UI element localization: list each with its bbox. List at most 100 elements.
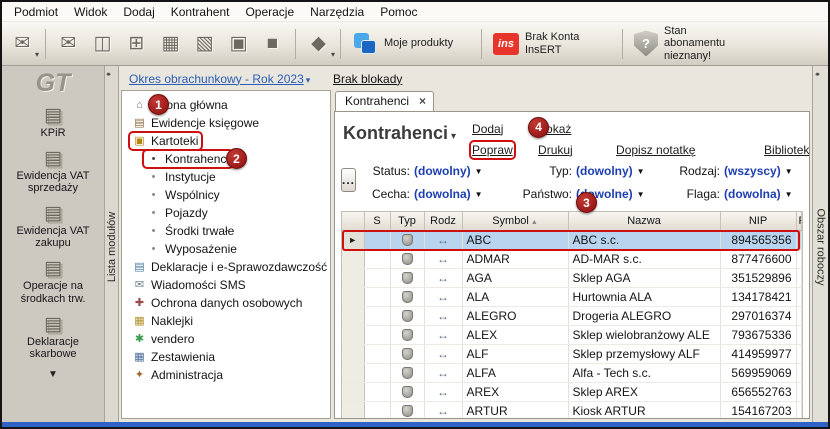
workspace-strip[interactable]: ◂▸ Obszar roboczy	[812, 66, 828, 427]
module-ewidencja-vat-zakupu[interactable]: ▤Ewidencja VAT zakupu	[2, 199, 104, 254]
menu-kontrahent[interactable]: Kontrahent	[163, 3, 238, 21]
module-deklaracje-skarbowe[interactable]: ▤Deklaracje skarbowe	[2, 310, 104, 365]
table-row-alfa[interactable]: ↔ALFAAlfa - Tech s.c.569959069	[342, 363, 802, 382]
table-row-alf[interactable]: ↔ALFSklep przemysłowy ALF414959977	[342, 344, 802, 363]
action-biblioteka-dok[interactable]: Biblioteka dok	[764, 143, 810, 157]
tree-item-rodki-trwa-e[interactable]: •Środki trwałe	[122, 222, 330, 240]
more-modules-button[interactable]: ▼	[48, 369, 58, 380]
action-dopisz-notatk[interactable]: Dopisz notatkę	[616, 143, 695, 157]
menu-podmiot[interactable]: Podmiot	[6, 3, 66, 21]
annotation-badge-3: 3	[576, 192, 597, 213]
cell-typ	[390, 363, 424, 382]
tab-kontrahenci[interactable]: Kontrahenci ×	[335, 91, 434, 112]
tree-item-kartoteki[interactable]: ▣Kartoteki	[122, 132, 330, 150]
subscription-status-button[interactable]: ? Stan abonamentu nieznany!	[628, 25, 756, 63]
lock-status-link[interactable]: Brak blokady	[333, 72, 402, 86]
accounting-period-dropdown[interactable]: Okres obrachunkowy - Rok 2023▾	[129, 72, 310, 86]
table-row-ala[interactable]: ↔ALAHurtownia ALA134178421	[342, 287, 802, 306]
close-icon[interactable]: ×	[419, 95, 426, 107]
filter-value-dropdown[interactable]: (dowolny)	[576, 164, 633, 178]
action-drukuj[interactable]: Drukuj	[538, 143, 573, 157]
table-row-aga[interactable]: ↔AGASklep AGA351529896	[342, 268, 802, 287]
tree-item-administracja[interactable]: ✦Administracja	[122, 366, 330, 384]
action-dodaj[interactable]: Dodaj	[472, 122, 503, 136]
row-selector-cell	[342, 306, 364, 325]
tree-item-inner: •Kontrahenci	[144, 151, 232, 167]
column-header-typ[interactable]: Typ	[390, 212, 424, 230]
tree-item-strona-g-wna[interactable]: ⌂Strona główna1	[122, 96, 330, 114]
tree-item-pojazdy[interactable]: •Pojazdy	[122, 204, 330, 222]
filter-value-dropdown[interactable]: (dowolna)	[724, 187, 781, 201]
tree-item-vendero[interactable]: ✱vendero	[122, 330, 330, 348]
column-header-selector[interactable]	[342, 212, 364, 230]
tree-item-ewidencje-ksi-gowe[interactable]: ▤Ewidencje księgowe	[122, 114, 330, 132]
module-kpir[interactable]: ▤KPiR	[2, 101, 104, 144]
module-ewidencja-vat-sprzeda-y[interactable]: ▤Ewidencja VAT sprzedaży	[2, 144, 104, 199]
tree-item-kontrahenci[interactable]: •Kontrahenci2	[122, 150, 330, 168]
table-row-alex[interactable]: ↔ALEXSklep wielobranżowy ALE793675336	[342, 325, 802, 344]
archive-icon[interactable]: ▣	[222, 27, 255, 61]
cell-rodz: ↔	[424, 230, 462, 249]
filter-value-dropdown[interactable]: (dowolna)	[414, 187, 471, 201]
column-header-nazwa[interactable]: Nazwa	[568, 212, 720, 230]
annotation-badge-4: 4	[528, 117, 549, 138]
mail-icon[interactable]: ✉	[52, 27, 85, 61]
table-row-arex[interactable]: ↔AREXSklep AREX656552763	[342, 382, 802, 401]
tree-item-inner: •Wspólnicy	[144, 187, 223, 203]
documents-icon[interactable]: ▦	[154, 27, 187, 61]
menu-widok[interactable]: Widok	[66, 3, 115, 21]
both-directions-icon: ↔	[437, 271, 449, 285]
menu-narz-dzia[interactable]: Narzędzia	[302, 3, 372, 21]
eraser-icon[interactable]: ⊞	[120, 27, 153, 61]
window-body: GT ▤KPiR▤Ewidencja VAT sprzedaży▤Ewidenc…	[2, 66, 828, 427]
cell-symbol: AREX	[462, 382, 568, 401]
menubar: PodmiotWidokDodajKontrahentOperacjeNarzę…	[2, 2, 828, 22]
action-poka[interactable]: Pokaż4	[538, 122, 571, 136]
tree-item-wiadomo-ci-sms[interactable]: ✉Wiadomości SMS	[122, 276, 330, 294]
tree-item-instytucje[interactable]: •Instytucje	[122, 168, 330, 186]
filter-value-dropdown[interactable]: (dowolny)	[414, 164, 471, 178]
collapse-arrows-icon[interactable]: ◂▸	[106, 70, 109, 78]
cell-f	[796, 268, 802, 287]
action-popraw[interactable]: Popraw	[472, 143, 513, 157]
table-row-alegro[interactable]: ↔ALEGRODrogeria ALEGRO297016374	[342, 306, 802, 325]
column-header-symbol[interactable]: Symbol▲	[462, 212, 568, 230]
table-row-artur[interactable]: ↔ARTURKiosk ARTUR154167203	[342, 401, 802, 418]
insert-account-button[interactable]: ins Brak Konta InsERT	[487, 31, 617, 56]
my-products-button[interactable]: Moje produkty	[346, 31, 476, 56]
modules-sidebar: GT ▤KPiR▤Ewidencja VAT sprzedaży▤Ewidenc…	[2, 66, 105, 427]
more-filters-button[interactable]: ...	[341, 168, 356, 192]
copy-icon[interactable]: ◫	[86, 27, 119, 61]
table-row-abc[interactable]: ►↔ABCABC s.c.894565356	[342, 230, 802, 249]
tree-item-naklejki[interactable]: ▦Naklejki	[122, 312, 330, 330]
collapse-arrows-icon[interactable]: ◂▸	[815, 70, 818, 78]
column-header-rodz[interactable]: Rodz	[424, 212, 462, 230]
cell-rodz: ↔	[424, 363, 462, 382]
tree-item-ochrona-danych-osobowych[interactable]: ✚Ochrona danych osobowych	[122, 294, 330, 312]
menu-dodaj[interactable]: Dodaj	[115, 3, 162, 21]
folder-icon: ▣	[133, 136, 146, 147]
tree-item-zestawienia[interactable]: ▦Zestawienia	[122, 348, 330, 366]
shield-icon: ?	[634, 30, 658, 56]
filter-value-dropdown[interactable]: (wszyscy)	[724, 164, 781, 178]
cell-nazwa: ABC s.c.	[568, 230, 720, 249]
toolbar-separator	[45, 29, 46, 59]
column-header-nip[interactable]: NIP	[720, 212, 796, 230]
column-header-s[interactable]: S	[364, 212, 390, 230]
menu-pomoc[interactable]: Pomoc	[372, 3, 425, 21]
modules-list-strip[interactable]: ◂▸ Lista modułów	[105, 66, 119, 427]
administration-icon: ✦	[133, 370, 146, 381]
funnel-icon[interactable]: ◆▾	[302, 27, 335, 61]
page-title-dropdown[interactable]: Kontrahenci ▾	[343, 123, 456, 144]
module-operacje-na-rodkach-trw[interactable]: ▤Operacje na środkach trw.	[2, 254, 104, 309]
cube-icon[interactable]: ■	[256, 27, 289, 61]
table-row-admar[interactable]: ↔ADMARAD-MAR s.c.877476600	[342, 249, 802, 268]
layers-icon[interactable]: ▧	[188, 27, 221, 61]
annotation-badge-2: 2	[226, 148, 247, 169]
tree-item-wsp-lnicy[interactable]: •Wspólnicy	[122, 186, 330, 204]
menu-operacje[interactable]: Operacje	[237, 3, 302, 21]
tree-item-wyposa-enie[interactable]: •Wyposażenie	[122, 240, 330, 258]
column-header-f[interactable]: F	[796, 212, 802, 230]
tree-item-deklaracje-i-e-sprawozdawczo[interactable]: ▤Deklaracje i e-Sprawozdawczość	[122, 258, 330, 276]
send-icon[interactable]: ✉▾	[6, 27, 39, 61]
